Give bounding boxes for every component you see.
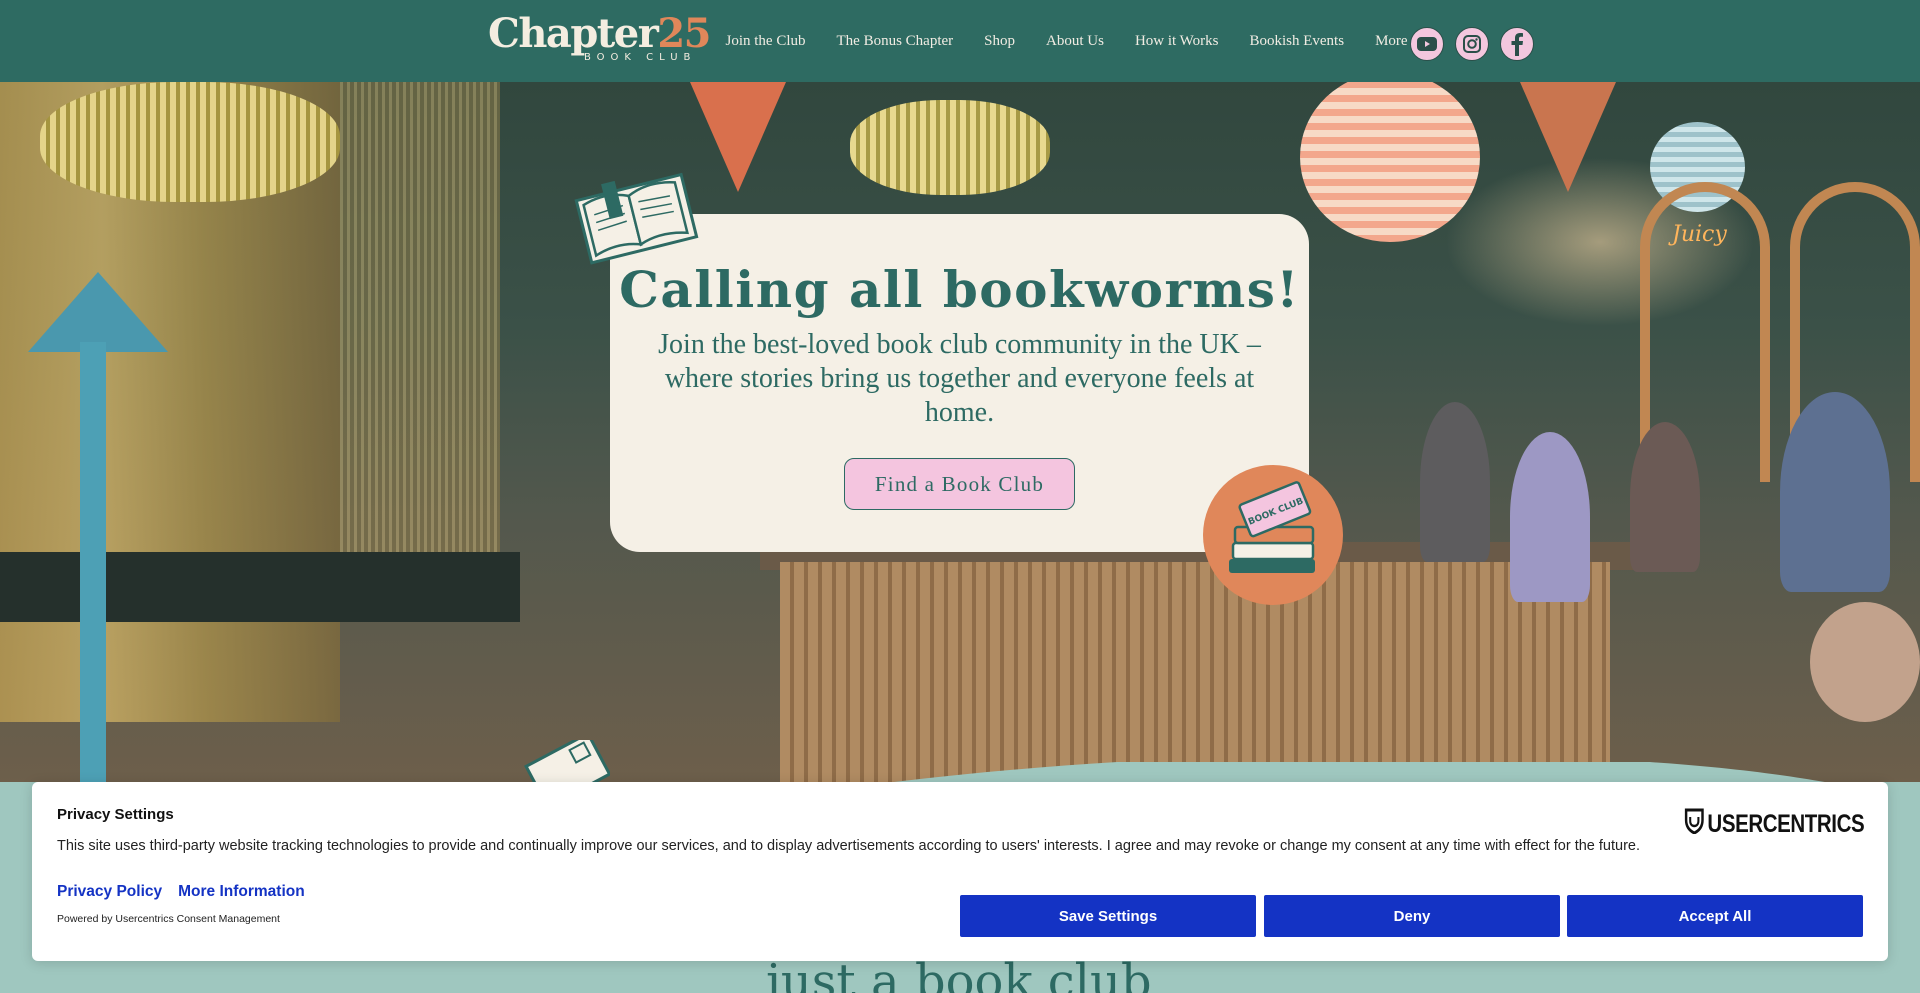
open-book-icon — [570, 167, 700, 271]
more-information-link[interactable]: More Information — [178, 883, 305, 901]
youtube-icon — [1416, 36, 1438, 52]
nav-shop[interactable]: Shop — [984, 33, 1015, 50]
facebook-link[interactable] — [1500, 27, 1534, 61]
privacy-consent-banner: Privacy Settings This site uses third-pa… — [32, 782, 1888, 961]
nav-join-the-club[interactable]: Join the Club — [726, 33, 806, 50]
paper-lantern — [1300, 82, 1480, 242]
consent-text: This site uses third-party website track… — [57, 838, 1640, 854]
save-settings-button[interactable]: Save Settings — [960, 895, 1256, 937]
site-header: Chapter25 BOOK CLUB Join the Club The Bo… — [0, 0, 1920, 82]
main-nav: Join the Club The Bonus Chapter Shop Abo… — [710, 0, 1423, 82]
privacy-policy-link[interactable]: Privacy Policy — [57, 883, 162, 901]
shield-icon — [1684, 808, 1707, 841]
nav-more[interactable]: More — [1375, 33, 1408, 50]
powered-by-text: Powered by Usercentrics Consent Manageme… — [57, 913, 280, 925]
instagram-icon — [1462, 34, 1482, 54]
hero-subtitle: Join the best-loved book club community … — [658, 329, 1261, 428]
paper-decoration — [1520, 82, 1616, 192]
accept-all-button[interactable]: Accept All — [1567, 895, 1863, 937]
hero-wave-divider — [893, 762, 1825, 782]
hero-title: Calling all bookworms! — [619, 260, 1300, 319]
find-book-club-button[interactable]: Find a Book Club — [844, 458, 1075, 510]
nav-how-it-works[interactable]: How it Works — [1135, 33, 1219, 50]
deny-button[interactable]: Deny — [1264, 895, 1560, 937]
nav-about-us[interactable]: About Us — [1046, 33, 1104, 50]
book-stack-icon: BOOK CLUB — [1203, 465, 1343, 609]
consent-title: Privacy Settings — [57, 806, 174, 823]
nav-bonus-chapter[interactable]: The Bonus Chapter — [837, 33, 954, 50]
consent-links: Privacy Policy More Information — [57, 883, 321, 901]
logo-wordmark: Chapter25 — [488, 10, 711, 57]
paper-lantern — [40, 82, 340, 202]
hero-section: Juicy Calling all bookworms! Join the be… — [0, 82, 1920, 782]
birdhouse — [28, 272, 168, 782]
hero-background-fringe — [340, 82, 500, 602]
facebook-icon — [1510, 32, 1524, 56]
youtube-link[interactable] — [1410, 27, 1444, 61]
instagram-link[interactable] — [1455, 27, 1489, 61]
paper-lantern — [850, 100, 1050, 195]
cafe-patrons — [1380, 382, 1920, 722]
usercentrics-logo: USERCENTRICS — [1684, 808, 1864, 841]
logo-subtitle: BOOK CLUB — [584, 52, 697, 63]
site-logo[interactable]: Chapter25 BOOK CLUB — [488, 10, 711, 64]
neon-sign: Juicy — [1672, 222, 1727, 247]
nav-bookish-events[interactable]: Bookish Events — [1249, 33, 1344, 50]
paper-decoration — [690, 82, 786, 192]
